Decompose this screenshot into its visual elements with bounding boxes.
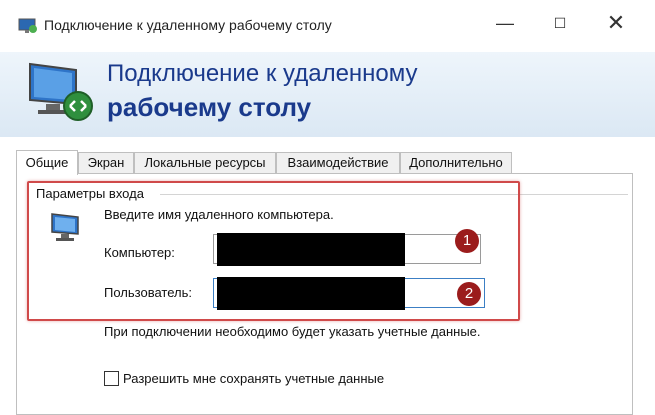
tab-local-resources[interactable]: Локальные ресурсы <box>134 152 276 173</box>
step-badge-1: 1 <box>455 229 479 253</box>
save-credentials-label[interactable]: Разрешить мне сохранять учетные данные <box>123 371 384 386</box>
remote-desktop-icon <box>29 62 93 121</box>
tab-experience[interactable]: Взаимодействие <box>276 152 400 173</box>
close-button[interactable]: ✕ <box>596 8 636 38</box>
tab-display[interactable]: Экран <box>78 152 134 173</box>
minimize-button[interactable]: — <box>485 8 525 38</box>
banner-title-line1: Подключение к удаленному <box>107 60 418 87</box>
tab-advanced[interactable]: Дополнительно <box>400 152 512 173</box>
highlight-box <box>27 181 520 321</box>
window-title: Подключение к удаленному рабочему столу <box>44 17 332 33</box>
remote-desktop-icon <box>18 18 37 33</box>
tab-general[interactable]: Общие <box>16 150 78 175</box>
maximize-button[interactable]: ☐ <box>540 8 580 38</box>
title-bar: Подключение к удаленному рабочему столу … <box>0 0 655 52</box>
credentials-note: При подключении необходимо будет указать… <box>104 324 481 339</box>
save-credentials-checkbox[interactable] <box>104 371 119 386</box>
header-banner: Подключение к удаленному рабочему столу <box>0 52 655 137</box>
banner-title-line2: рабочему столу <box>107 92 312 122</box>
step-badge-2: 2 <box>457 282 481 306</box>
